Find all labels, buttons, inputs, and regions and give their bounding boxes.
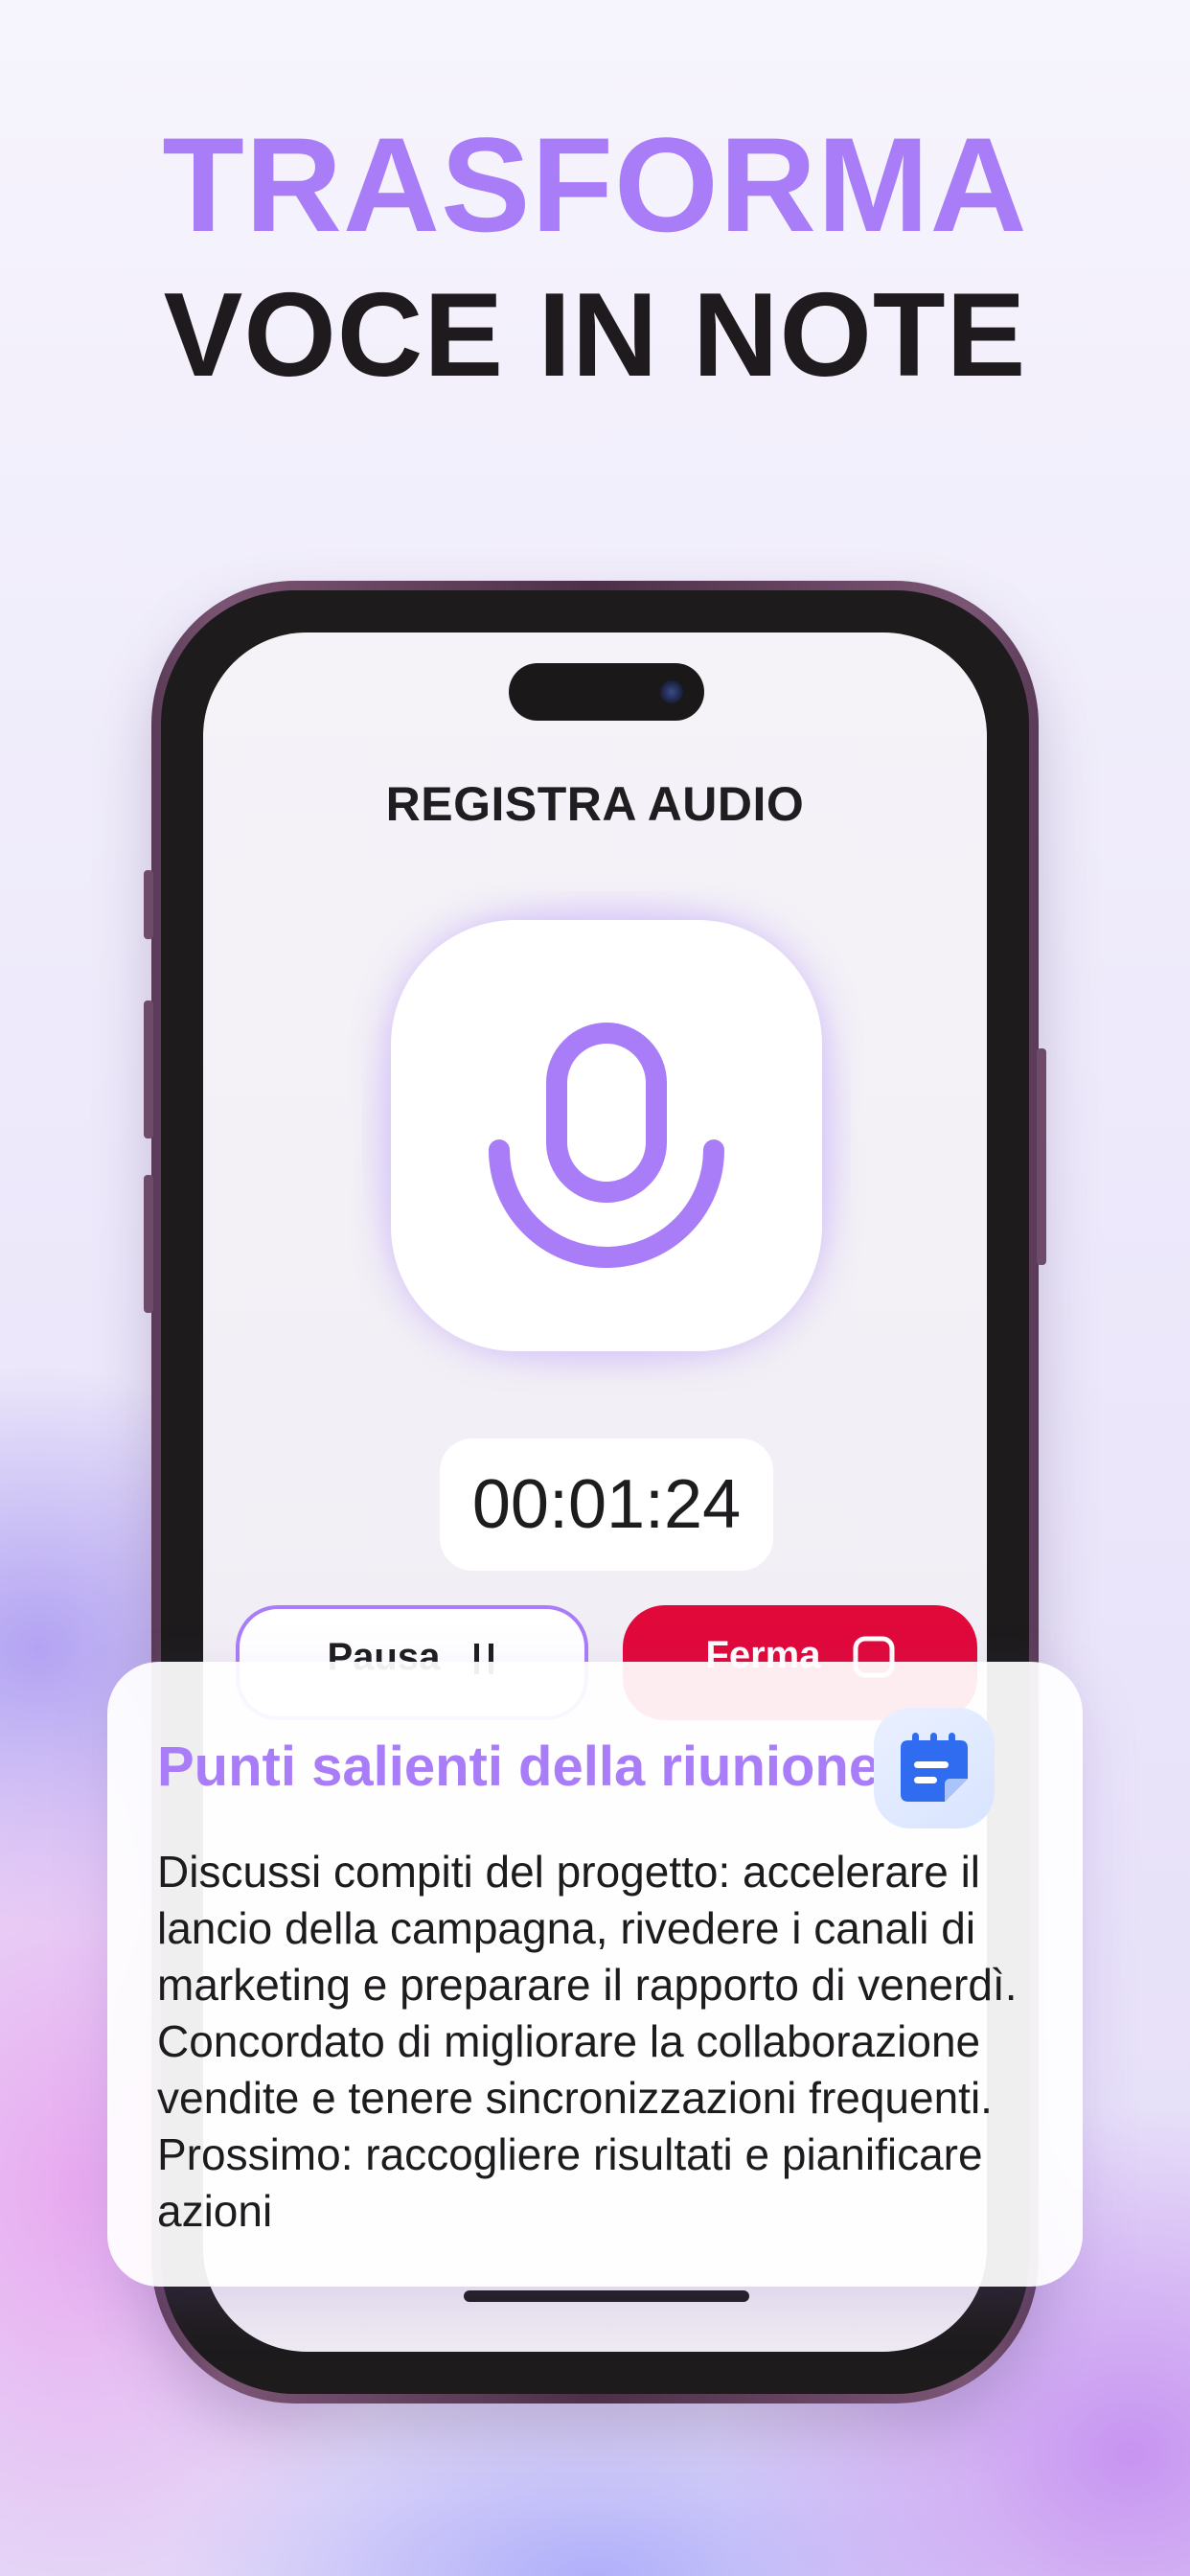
microphone-icon	[489, 1023, 724, 1268]
recording-timer: 00:01:24	[440, 1438, 773, 1571]
meeting-summary-card: Punti salienti della riunione Discussi c…	[107, 1662, 1083, 2287]
screen-title: REGISTRA AUDIO	[385, 777, 805, 831]
headline-line-1: TRASFORMA	[162, 109, 1028, 260]
phone-side-button	[144, 870, 153, 939]
notes-app-badge	[874, 1708, 995, 1828]
phone-side-button	[144, 1175, 153, 1313]
phone-side-button	[1037, 1048, 1046, 1265]
phone-side-button	[144, 1000, 153, 1138]
headline-line-2: VOCE IN NOTE	[163, 269, 1027, 402]
record-button[interactable]	[391, 920, 822, 1351]
card-title: Punti salienti della riunione	[157, 1736, 881, 1798]
home-indicator	[464, 2290, 749, 2302]
dynamic-island	[509, 663, 704, 721]
camera-icon	[660, 680, 683, 703]
card-body-text: Discussi compiti del progetto: accelerar…	[157, 1847, 1018, 2236]
notes-icon	[901, 1733, 968, 1802]
